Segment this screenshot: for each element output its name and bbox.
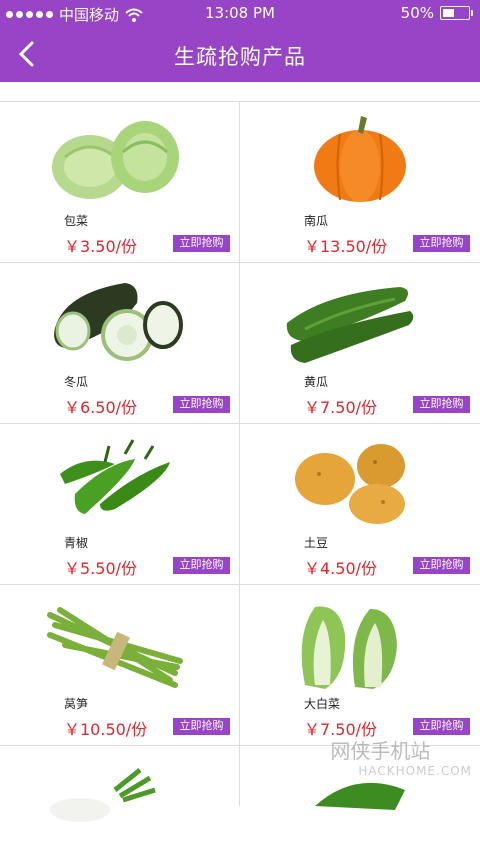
watermark-url: HACKHOME.COM — [358, 764, 472, 778]
product-price: ￥4.50/份 — [304, 559, 378, 578]
buy-now-button[interactable]: 立即抢购 — [173, 557, 230, 574]
product-card[interactable]: 土豆 ￥4.50/份 立即抢购 — [240, 424, 480, 584]
buy-now-button[interactable]: 立即抢购 — [413, 235, 470, 252]
buy-now-button[interactable]: 立即抢购 — [173, 396, 230, 413]
product-name: 莴笋 — [64, 697, 89, 711]
product-card[interactable]: 包菜 ￥3.50/份 立即抢购 — [0, 102, 240, 262]
chinese-cabbage-image — [301, 606, 397, 689]
radish-image — [50, 768, 156, 822]
watermark: 网侠手机站 HACKHOME.COM — [330, 735, 472, 778]
watermark-title: 网侠手机站 — [330, 739, 431, 763]
cabbage-image — [52, 121, 179, 199]
green-pepper-image — [60, 439, 170, 514]
product-card[interactable]: 莴笋 ￥10.50/份 立即抢购 — [0, 585, 240, 745]
product-price: ￥7.50/份 — [304, 398, 378, 417]
product-card[interactable]: 黄瓜 ￥7.50/份 立即抢购 — [240, 263, 480, 423]
product-row: 冬瓜 ￥6.50/份 立即抢购 黄瓜 ￥7.50/份 立即抢购 — [0, 263, 480, 424]
buy-now-button[interactable]: 立即抢购 — [173, 718, 230, 735]
nav-bar: 生疏抢购产品 — [0, 27, 480, 82]
product-name: 青椒 — [64, 536, 89, 550]
product-price: ￥6.50/份 — [64, 398, 138, 417]
winter-melon-image — [54, 283, 183, 361]
product-row: 莴笋 ￥10.50/份 立即抢购 大白菜 ￥7.50/份 立即抢购 — [0, 585, 480, 746]
battery-icon — [440, 6, 473, 20]
product-card[interactable]: 冬瓜 ￥6.50/份 立即抢购 — [0, 263, 240, 423]
product-grid: 包菜 ￥3.50/份 立即抢购 南瓜 ￥13.50/份 立即抢购 冬瓜 ￥6.5… — [0, 101, 480, 822]
buy-now-button[interactable]: 立即抢购 — [413, 718, 470, 735]
potato-image — [295, 444, 405, 524]
buy-now-button[interactable]: 立即抢购 — [413, 557, 470, 574]
product-name: 南瓜 — [304, 214, 329, 228]
buy-now-button[interactable]: 立即抢购 — [173, 235, 230, 252]
product-price: ￥13.50/份 — [304, 237, 388, 256]
pumpkin-image — [314, 116, 406, 202]
product-name: 大白菜 — [304, 697, 341, 711]
product-price: ￥5.50/份 — [64, 559, 138, 578]
product-price: ￥10.50/份 — [64, 720, 148, 739]
battery-percent: 50% — [400, 4, 434, 22]
product-card[interactable]: 青椒 ￥5.50/份 立即抢购 — [0, 424, 240, 584]
status-bar: 中国移动 13:08 PM 50% — [0, 0, 480, 27]
product-name: 土豆 — [304, 536, 329, 550]
page-title: 生疏抢购产品 — [174, 45, 306, 69]
product-name: 黄瓜 — [304, 375, 329, 389]
asparagus-image — [47, 607, 183, 688]
product-row: 包菜 ￥3.50/份 立即抢购 南瓜 ￥13.50/份 立即抢购 — [0, 102, 480, 263]
product-price: ￥3.50/份 — [64, 237, 138, 256]
product-name: 包菜 — [64, 214, 89, 228]
product-card[interactable]: 南瓜 ￥13.50/份 立即抢购 — [240, 102, 480, 262]
product-row: 青椒 ￥5.50/份 立即抢购 土豆 ￥4.50/份 立即抢购 — [0, 424, 480, 585]
product-card[interactable]: 大白菜 ￥7.50/份 立即抢购 — [240, 585, 480, 745]
cucumber-image — [286, 287, 414, 363]
product-card[interactable] — [0, 746, 240, 822]
buy-now-button[interactable]: 立即抢购 — [413, 396, 470, 413]
product-name: 冬瓜 — [64, 375, 89, 389]
